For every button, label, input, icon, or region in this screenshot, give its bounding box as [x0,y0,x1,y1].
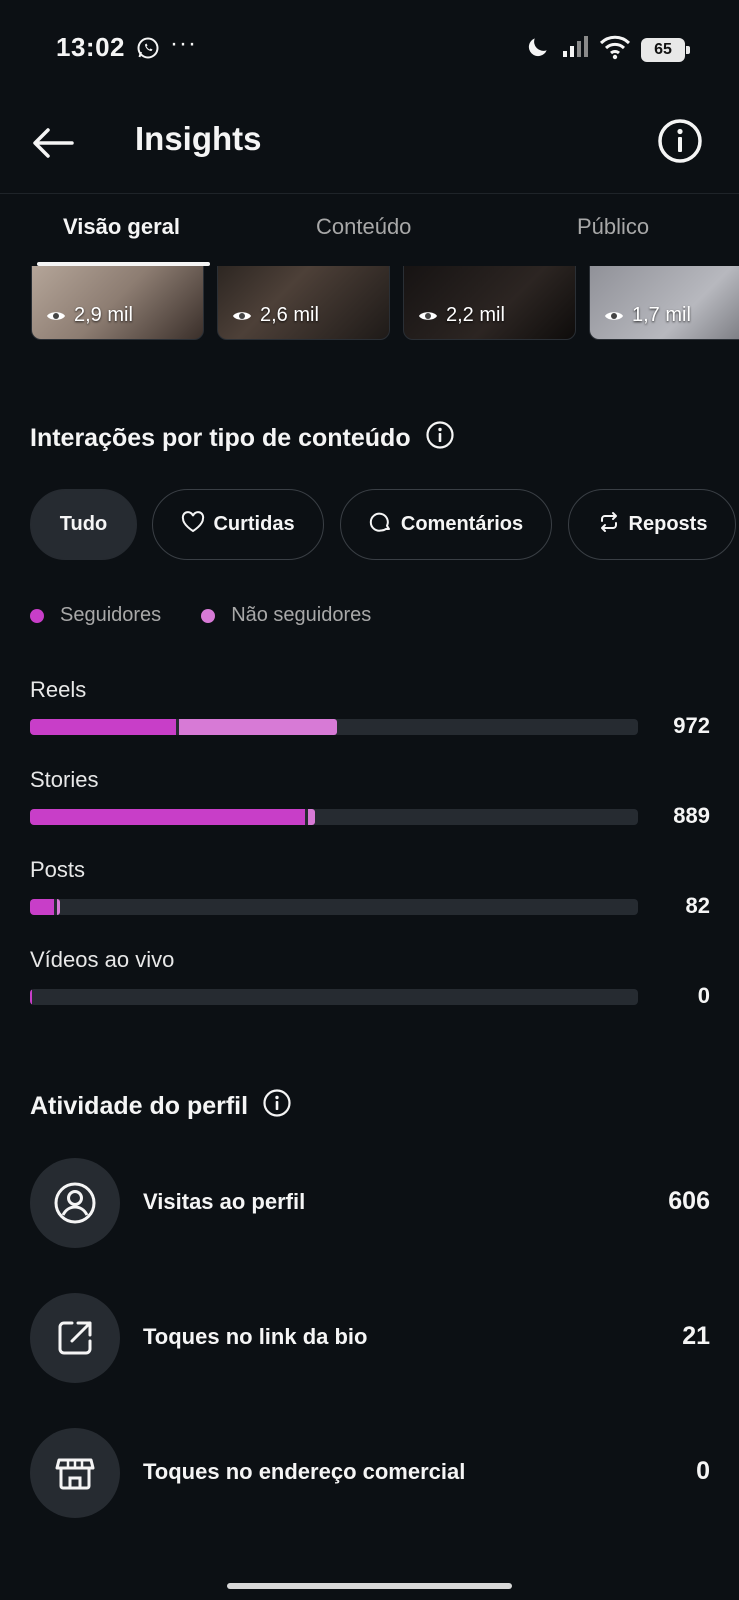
info-icon[interactable] [425,420,455,457]
profile-icon [30,1158,120,1248]
bar-value: 82 [685,893,710,918]
eye-icon [47,311,65,320]
thumbnail-views-label: 2,2 mil [446,304,505,326]
bar-value: 972 [673,713,710,738]
bar-row-stories: Stories 889 [30,767,710,847]
activity-value: 0 [696,1457,710,1485]
thumbnail-card[interactable]: 2,6 mil [217,266,390,340]
chip-label: Curtidas [213,513,295,535]
thumbnail-card[interactable]: 1,7 mil [589,266,739,340]
bar-segment-followers [30,989,33,1005]
activity-row-profile-visits[interactable]: Visitas ao perfil 606 [30,1158,710,1248]
legend-item-followers: Seguidores [30,604,161,627]
eye-icon [419,311,437,320]
bar-label: Vídeos ao vivo [30,947,175,972]
interactions-section-header: Interações por tipo de conteúdo [30,420,455,457]
profile-activity-section-header: Atividade do perfil [30,1088,292,1125]
filter-chip-all[interactable]: Tudo [30,489,137,560]
bar-label: Reels [30,677,87,702]
tab-overview[interactable]: Visão geral [63,214,180,240]
views-count: 2,9 mil [46,304,133,327]
battery-icon: 65 [641,37,690,62]
bar-segment-followers [30,719,176,735]
more-notifications-icon: ··· [170,30,197,57]
signal-icon [561,35,589,64]
activity-label: Toques no endereço comercial [143,1459,466,1484]
activity-label: Toques no link da bio [143,1324,368,1349]
bar-segment-followers [30,899,55,915]
bar-row-live-videos: Vídeos ao vivo 0 [30,947,710,1027]
activity-label: Visitas ao perfil [143,1189,306,1214]
thumbnail-card[interactable]: 2,2 mil [403,266,576,340]
filter-chip-comments[interactable]: Comentários [340,489,552,560]
legend-item-non-followers: Não seguidores [201,604,371,627]
chip-label: Comentários [400,513,524,535]
eye-icon [233,311,251,320]
whatsapp-icon [136,36,160,65]
bar-row-reels: Reels 972 [30,677,710,757]
top-content-thumbnails: 2,9 mil 2,6 mil 2,2 mil 1,7 mil [0,266,739,346]
chip-label: Reposts [628,513,708,535]
tab-bar: Visão geral Conteúdo Público [0,200,739,266]
profile-activity-title: Atividade do perfil [30,1092,249,1120]
info-icon[interactable] [262,1088,292,1125]
interactions-title: Interações por tipo de conteúdo [30,424,411,452]
home-indicator[interactable] [227,1583,512,1589]
eye-icon [605,311,623,320]
filter-chip-reposts[interactable]: Reposts [568,489,736,560]
thumbnail-views-label: 1,7 mil [632,304,691,326]
wifi-icon [599,34,631,65]
legend-dot [201,608,216,623]
header: Insights [0,96,739,192]
external-link-icon [30,1293,120,1383]
legend-label: Seguidores [60,604,162,626]
bar-track [30,809,638,825]
comment-icon [369,510,393,540]
tab-content[interactable]: Conteúdo [316,214,411,240]
bar-label: Stories [30,767,99,792]
chart-legend: Seguidores Não seguidores [30,604,371,627]
bar-track [30,989,638,1005]
status-time: 13:02 [56,32,125,62]
views-count: 1,7 mil [604,304,691,327]
activity-value: 606 [668,1187,710,1215]
heart-icon [181,510,205,539]
bar-value: 889 [673,803,710,828]
interaction-filter-chips: Tudo Curtidas Comentários Reposts [30,489,739,561]
views-count: 2,2 mil [418,304,505,327]
bar-track [30,899,638,915]
info-icon[interactable] [655,116,705,166]
filter-chip-likes[interactable]: Curtidas [152,489,324,560]
bar-segment-followers [30,809,305,825]
bar-value: 0 [697,983,710,1008]
thumbnail-card[interactable]: 2,9 mil [31,266,204,340]
chip-label: Tudo [59,513,108,535]
bar-segment-non-followers [57,899,60,915]
back-arrow-icon[interactable] [28,118,78,168]
bar-track [30,719,638,735]
activity-row-bio-link-taps[interactable]: Toques no link da bio 21 [30,1293,710,1383]
thumbnail-views-label: 2,9 mil [74,304,133,326]
legend-dot [30,608,44,623]
page-title: Insights [135,120,262,157]
header-divider [0,193,739,194]
activity-value: 21 [682,1322,710,1350]
status-bar: 13:02 ··· 65 [0,0,739,96]
tab-audience[interactable]: Público [577,214,649,240]
bar-segment-non-followers [178,719,337,735]
legend-label: Não seguidores [231,604,372,626]
bar-segment-non-followers [307,809,316,825]
activity-row-business-address-taps[interactable]: Toques no endereço comercial 0 [30,1428,710,1518]
thumbnail-views-label: 2,6 mil [260,304,319,326]
moon-icon [525,34,551,65]
views-count: 2,6 mil [232,304,319,327]
bar-label: Posts [30,857,86,882]
bar-row-posts: Posts 82 [30,857,710,937]
repost-icon [597,510,621,540]
storefront-icon [30,1428,120,1518]
